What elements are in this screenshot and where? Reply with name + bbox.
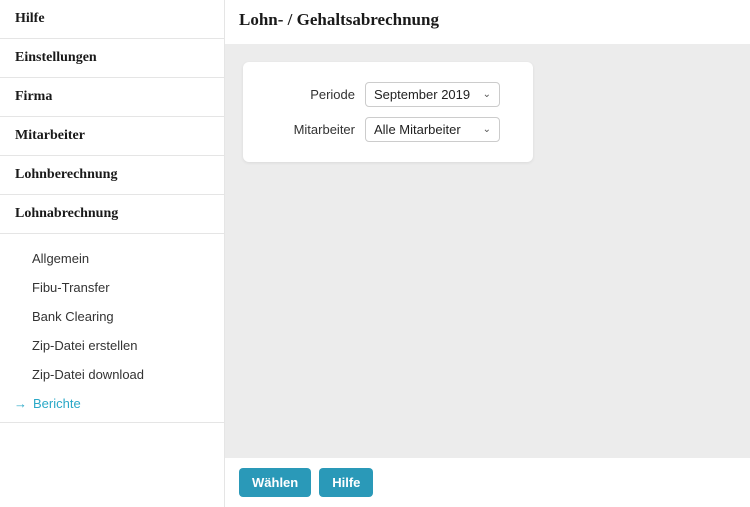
sidebar-sub-berichte-label: Berichte xyxy=(33,396,81,411)
periode-select-value: September 2019 xyxy=(374,87,470,102)
periode-select[interactable]: September 2019 ⌄ xyxy=(365,82,500,107)
sidebar: Hilfe Einstellungen Firma Mitarbeiter Lo… xyxy=(0,0,225,507)
hilfe-button[interactable]: Hilfe xyxy=(319,468,373,497)
sidebar-sub-zip-erstellen[interactable]: Zip-Datei erstellen xyxy=(0,331,224,360)
sidebar-item-lohnberechnung[interactable]: Lohnberechnung xyxy=(0,156,224,195)
sidebar-sub-berichte[interactable]: → Berichte xyxy=(0,389,224,423)
sidebar-item-mitarbeiter[interactable]: Mitarbeiter xyxy=(0,117,224,156)
chevron-down-icon: ⌄ xyxy=(483,124,491,135)
sidebar-item-lohnabrechnung[interactable]: Lohnabrechnung xyxy=(0,195,224,234)
mitarbeiter-label: Mitarbeiter xyxy=(265,122,365,137)
mitarbeiter-select[interactable]: Alle Mitarbeiter ⌄ xyxy=(365,117,500,142)
footer: Wählen Hilfe xyxy=(225,458,750,507)
arrow-right-icon: → xyxy=(14,396,27,411)
sidebar-item-firma[interactable]: Firma xyxy=(0,78,224,117)
chevron-down-icon: ⌄ xyxy=(483,89,491,100)
page-title: Lohn- / Gehaltsabrechnung xyxy=(239,10,736,30)
sidebar-sub-bank-clearing[interactable]: Bank Clearing xyxy=(0,302,224,331)
main-header: Lohn- / Gehaltsabrechnung xyxy=(225,0,750,44)
sidebar-item-einstellungen[interactable]: Einstellungen xyxy=(0,39,224,78)
sidebar-sub-zip-download[interactable]: Zip-Datei download xyxy=(0,360,224,389)
mitarbeiter-select-value: Alle Mitarbeiter xyxy=(374,122,461,137)
sidebar-sub-fibu-transfer[interactable]: Fibu-Transfer xyxy=(0,273,224,302)
filter-card: Periode September 2019 ⌄ Mitarbeiter All… xyxy=(243,62,533,162)
main-content: Periode September 2019 ⌄ Mitarbeiter All… xyxy=(225,44,750,458)
sidebar-sub-allgemein[interactable]: Allgemein xyxy=(0,244,224,273)
main: Lohn- / Gehaltsabrechnung Periode Septem… xyxy=(225,0,750,507)
waehlen-button[interactable]: Wählen xyxy=(239,468,311,497)
sidebar-item-hilfe[interactable]: Hilfe xyxy=(0,0,224,39)
periode-label: Periode xyxy=(265,87,365,102)
